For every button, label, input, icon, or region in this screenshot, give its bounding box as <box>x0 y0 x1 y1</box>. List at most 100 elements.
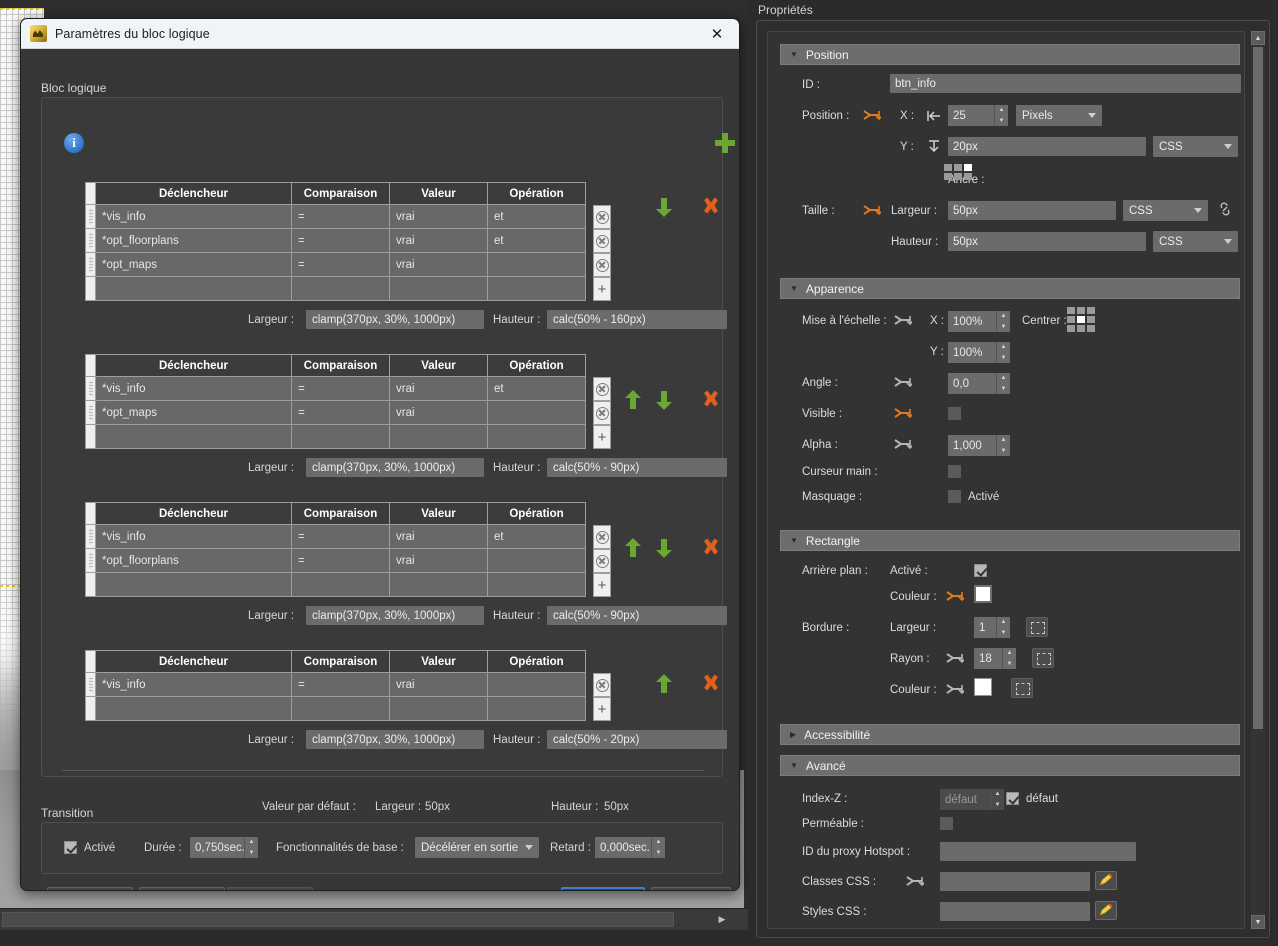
mask-checkbox[interactable] <box>948 490 961 503</box>
keyframe-icon[interactable] <box>946 682 966 696</box>
cell-value-empty[interactable] <box>389 572 488 597</box>
delete-row-button[interactable] <box>593 253 611 277</box>
transition-delay-value[interactable]: 0,000sec. <box>595 837 651 858</box>
center-cell[interactable] <box>1087 316 1095 323</box>
cell-trigger[interactable]: *opt_floorplans <box>95 548 292 573</box>
block-height-input[interactable]: calc(50% - 160px) <box>547 310 727 329</box>
cell-trigger-empty[interactable] <box>95 572 292 597</box>
move-block-up-button[interactable] <box>623 536 643 560</box>
cell-comparison[interactable]: = <box>291 228 390 253</box>
block-width-input[interactable]: clamp(370px, 30%, 1000px) <box>306 730 484 749</box>
delete-row-button[interactable] <box>593 673 611 697</box>
row-drag-handle[interactable] <box>85 548 96 573</box>
transition-easing-select[interactable]: Décélérer en sortie <box>415 837 539 858</box>
transition-duration-stepper[interactable]: 0,750sec. ▲ ▼ <box>190 837 258 858</box>
cell-operation-empty[interactable] <box>487 276 586 301</box>
block-height-input[interactable]: calc(50% - 20px) <box>547 730 727 749</box>
edit-pencil-icon[interactable] <box>1095 901 1117 920</box>
delete-row-button[interactable] <box>593 377 611 401</box>
move-block-up-button[interactable] <box>654 672 674 696</box>
table-row[interactable]: *vis_info = vrai et <box>85 376 586 401</box>
table-row-empty[interactable] <box>85 276 586 301</box>
table-row[interactable]: *vis_info = vrai et <box>85 204 586 229</box>
edit-pencil-icon[interactable] <box>1095 871 1117 890</box>
delete-row-button[interactable] <box>593 205 611 229</box>
cell-comparison-empty[interactable] <box>291 424 390 449</box>
scrollbar-thumb[interactable] <box>1253 47 1263 729</box>
y-input[interactable]: 20px <box>948 137 1146 156</box>
table-row-empty[interactable] <box>85 696 586 721</box>
hotspot-proxy-input[interactable] <box>940 842 1136 861</box>
copy-button[interactable]: Copier <box>139 887 225 890</box>
keyframe-icon[interactable] <box>894 437 914 451</box>
scroll-up-icon[interactable]: ▲ <box>1251 31 1265 45</box>
cell-trigger[interactable]: *vis_info <box>95 376 292 401</box>
scale-y-value[interactable]: 100% <box>948 342 996 363</box>
add-row-button[interactable]: + <box>593 697 611 721</box>
x-value[interactable]: 25 <box>948 105 994 126</box>
center-cell[interactable] <box>1067 307 1075 314</box>
alpha-stepper[interactable]: 1,000 ▲ ▼ <box>948 435 1010 456</box>
hand-cursor-checkbox[interactable] <box>948 465 961 478</box>
cell-operation[interactable] <box>487 400 586 425</box>
center-cell[interactable] <box>1077 307 1085 314</box>
center-cell[interactable] <box>1077 325 1085 332</box>
stepper-buttons[interactable]: ▲ ▼ <box>994 105 1008 126</box>
cell-operation-empty[interactable] <box>487 424 586 449</box>
stepper-buttons[interactable]: ▲ ▼ <box>996 435 1010 456</box>
scroll-right-icon[interactable]: ▶ <box>714 912 730 927</box>
cell-value[interactable]: vrai <box>389 228 488 253</box>
cell-value-empty[interactable] <box>389 696 488 721</box>
move-block-up-button[interactable] <box>623 388 643 412</box>
visible-checkbox[interactable] <box>948 407 961 420</box>
move-block-down-button[interactable] <box>654 388 674 412</box>
anchor-cell[interactable] <box>944 173 952 180</box>
delete-row-button[interactable] <box>593 549 611 573</box>
properties-vertical-scrollbar[interactable]: ▲ ▼ <box>1251 31 1265 929</box>
row-drag-handle[interactable] <box>85 228 96 253</box>
move-block-down-button[interactable] <box>654 195 674 219</box>
center-cell-selected[interactable] <box>1077 316 1085 323</box>
x-stepper[interactable]: 25 ▲ ▼ <box>948 105 1008 126</box>
ok-button[interactable]: OK <box>561 887 645 890</box>
cell-comparison-empty[interactable] <box>291 696 390 721</box>
cell-operation[interactable] <box>487 252 586 277</box>
transition-duration-value[interactable]: 0,750sec. <box>190 837 245 858</box>
anchor-cell[interactable] <box>954 173 962 180</box>
section-appearance[interactable]: ▼ Apparence <box>780 278 1240 299</box>
css-styles-input[interactable] <box>940 902 1090 921</box>
add-row-button[interactable]: + <box>593 573 611 597</box>
stepper-buttons[interactable]: ▲ ▼ <box>996 342 1010 363</box>
cell-trigger[interactable]: *vis_info <box>95 204 292 229</box>
keyframe-icon[interactable] <box>863 108 883 122</box>
alpha-value[interactable]: 1,000 <box>948 435 996 456</box>
bg-enabled-checkbox[interactable] <box>974 564 987 577</box>
cell-operation[interactable]: et <box>487 524 586 549</box>
block-height-input[interactable]: calc(50% - 90px) <box>547 458 727 477</box>
row-drag-handle[interactable] <box>85 400 96 425</box>
y-unit-select[interactable]: CSS <box>1153 136 1238 157</box>
border-width-stepper[interactable]: 1 ▲ ▼ <box>974 617 1010 638</box>
cell-trigger-empty[interactable] <box>95 276 292 301</box>
section-accessibility[interactable]: ▶ Accessibilité <box>780 724 1240 745</box>
center-cell[interactable] <box>1067 325 1075 332</box>
close-icon[interactable]: ✕ <box>695 19 739 48</box>
cell-operation[interactable] <box>487 548 586 573</box>
delete-row-button[interactable] <box>593 525 611 549</box>
stepper-buttons[interactable]: ▲ ▼ <box>651 837 665 858</box>
cell-operation[interactable]: et <box>487 204 586 229</box>
cell-comparison[interactable]: = <box>291 548 390 573</box>
delete-block-button[interactable] <box>700 195 722 219</box>
table-row-empty[interactable] <box>85 572 586 597</box>
angle-stepper[interactable]: 0,0 ▲ ▼ <box>948 373 1010 394</box>
cell-operation-empty[interactable] <box>487 696 586 721</box>
scrollbar-thumb[interactable] <box>2 912 674 927</box>
clear-button[interactable]: Effacer <box>47 887 133 890</box>
radius-corners-button[interactable] <box>1032 648 1054 668</box>
delete-block-button[interactable] <box>700 388 722 412</box>
cell-value-empty[interactable] <box>389 276 488 301</box>
scale-y-stepper[interactable]: 100% ▲ ▼ <box>948 342 1010 363</box>
cell-operation[interactable]: et <box>487 376 586 401</box>
center-cell[interactable] <box>1087 325 1095 332</box>
cell-trigger[interactable]: *vis_info <box>95 672 292 697</box>
